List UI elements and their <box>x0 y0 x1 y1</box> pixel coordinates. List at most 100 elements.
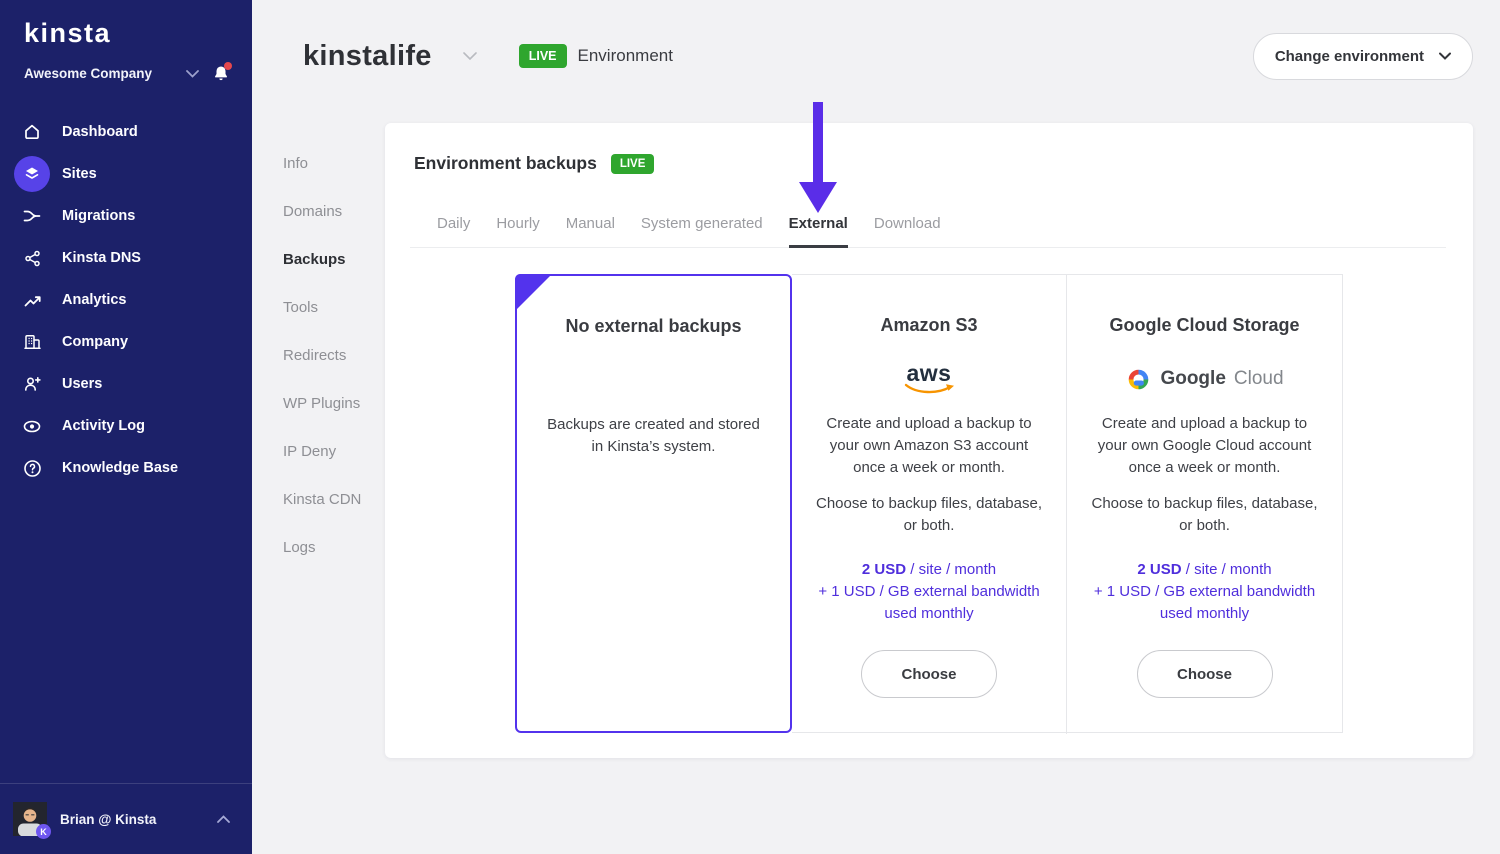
company-building-icon <box>14 324 50 360</box>
subnav-item-backups[interactable]: Backups <box>283 236 385 284</box>
sidebar-item-users[interactable]: Users <box>0 363 252 405</box>
site-chevron-down-icon[interactable] <box>463 52 477 61</box>
change-environment-button[interactable]: Change environment <box>1253 33 1473 80</box>
sidebar-item-sites[interactable]: Sites <box>0 153 252 195</box>
live-environment-badge: LIVE <box>519 44 567 68</box>
price-amount: 2 USD <box>1137 561 1181 578</box>
user-name: Brian @ Kinsta <box>60 812 217 827</box>
tab-external-label: External <box>789 215 848 232</box>
notifications-bell-icon[interactable] <box>212 64 230 83</box>
kinsta-staff-badge: K <box>36 824 51 839</box>
sidebar-item-label: Migrations <box>62 208 135 224</box>
sidebar-item-migrations[interactable]: Migrations <box>0 195 252 237</box>
unread-dot <box>224 62 232 70</box>
subnav-item-info[interactable]: Info <box>283 140 385 188</box>
plan-price: 2 USD / site / month + 1 USD / GB extern… <box>1090 559 1319 625</box>
sidebar-item-label: Sites <box>62 166 97 182</box>
subnav-item-ip-deny[interactable]: IP Deny <box>283 428 385 476</box>
company-selector[interactable]: Awesome Company <box>24 64 230 83</box>
price-unit: / site / month <box>906 561 996 578</box>
plan-logo-empty <box>540 352 767 408</box>
chevron-down-icon <box>186 70 199 78</box>
user-menu[interactable]: K Brian @ Kinsta <box>0 783 252 854</box>
plan-google-cloud-storage[interactable]: Google Cloud Storage Google Cloud Create… <box>1067 275 1342 734</box>
sidebar-item-company[interactable]: Company <box>0 321 252 363</box>
tab-system-generated[interactable]: System generated <box>641 214 763 247</box>
sidebar-nav: Dashboard Sites Migrations Kinsta DNS An… <box>0 111 252 489</box>
selected-corner <box>515 274 552 311</box>
tab-hourly[interactable]: Hourly <box>496 214 539 247</box>
subnav-item-logs[interactable]: Logs <box>283 524 385 572</box>
plan-title: Google Cloud Storage <box>1090 315 1319 336</box>
live-badge: LIVE <box>611 154 655 174</box>
dns-network-icon <box>14 240 50 276</box>
aws-smile-icon <box>903 383 955 396</box>
external-backup-plans: No external backups Backups are created … <box>385 274 1473 733</box>
tab-manual[interactable]: Manual <box>566 214 615 247</box>
aws-logo: aws <box>815 351 1043 407</box>
sidebar-item-knowledge-base[interactable]: Knowledge Base <box>0 447 252 489</box>
subnav-item-redirects[interactable]: Redirects <box>283 332 385 380</box>
sidebar-item-analytics[interactable]: Analytics <box>0 279 252 321</box>
change-environment-label: Change environment <box>1275 48 1424 65</box>
sidebar-item-kinsta-dns[interactable]: Kinsta DNS <box>0 237 252 279</box>
environment-header: kinstalife LIVE Environment Change envir… <box>252 0 1500 79</box>
company-name: Awesome Company <box>24 66 152 81</box>
sidebar-item-label: Activity Log <box>62 418 145 434</box>
plan-title: Amazon S3 <box>815 315 1043 336</box>
cloud-wordmark: Cloud <box>1234 368 1284 390</box>
knowledge-question-icon <box>14 450 50 486</box>
sidebar-item-label: Dashboard <box>62 124 138 140</box>
aws-wordmark: aws <box>907 363 952 383</box>
subnav-item-tools[interactable]: Tools <box>283 284 385 332</box>
google-cloud-icon <box>1125 366 1152 393</box>
chevron-up-icon <box>217 815 230 823</box>
price-amount: 2 USD <box>862 561 906 578</box>
plan-price: 2 USD / site / month + 1 USD / GB extern… <box>815 559 1043 625</box>
choose-google-cloud-button[interactable]: Choose <box>1137 650 1273 698</box>
google-cloud-logo: Google Cloud <box>1090 351 1319 407</box>
plan-description-2: Choose to backup files, database, or bot… <box>1090 493 1319 537</box>
tab-download[interactable]: Download <box>874 214 941 247</box>
google-wordmark: Google <box>1160 368 1225 390</box>
tab-daily[interactable]: Daily <box>437 214 470 247</box>
site-subnav: Info Domains Backups Tools Redirects WP … <box>283 123 385 572</box>
plan-description: Create and upload a backup to your own A… <box>815 413 1043 479</box>
sidebar-item-label: Analytics <box>62 292 126 308</box>
sidebar: kinsta Awesome Company Dashboard Sites <box>0 0 252 854</box>
sidebar-item-label: Users <box>62 376 102 392</box>
plan-title: No external backups <box>540 316 767 337</box>
check-icon <box>522 237 533 246</box>
plan-description-2: Choose to backup files, database, or bot… <box>815 493 1043 537</box>
backups-panel: Environment backups LIVE Daily Hourly Ma… <box>385 123 1473 758</box>
analytics-trend-icon <box>14 282 50 318</box>
panel-title: Environment backups <box>414 153 597 174</box>
plan-amazon-s3[interactable]: Amazon S3 aws Create and upload a backup… <box>792 275 1067 734</box>
sidebar-item-dashboard[interactable]: Dashboard <box>0 111 252 153</box>
sidebar-item-activity-log[interactable]: Activity Log <box>0 405 252 447</box>
plan-description: Backups are created and stored in Kinsta… <box>540 414 767 458</box>
sidebar-item-label: Kinsta DNS <box>62 250 141 266</box>
migrations-icon <box>14 198 50 234</box>
sites-layers-icon <box>14 156 50 192</box>
chevron-down-icon <box>1439 52 1451 60</box>
home-icon <box>14 114 50 150</box>
activity-eye-icon <box>14 408 50 444</box>
environment-label: Environment <box>578 46 673 66</box>
main-content: kinstalife LIVE Environment Change envir… <box>252 0 1500 854</box>
price-unit: / site / month <box>1182 561 1272 578</box>
choose-amazon-s3-button[interactable]: Choose <box>861 650 997 698</box>
sidebar-item-label: Company <box>62 334 128 350</box>
backup-tabs: Daily Hourly Manual System generated Ext… <box>437 214 1446 247</box>
subnav-item-kinsta-cdn[interactable]: Kinsta CDN <box>283 476 385 524</box>
subnav-item-domains[interactable]: Domains <box>283 188 385 236</box>
plan-no-external-backups[interactable]: No external backups Backups are created … <box>515 274 792 733</box>
price-extra: + 1 USD / GB external bandwidth used mon… <box>1094 583 1315 622</box>
site-name: kinstalife <box>303 40 432 73</box>
users-add-icon <box>14 366 50 402</box>
plan-description: Create and upload a backup to your own G… <box>1090 413 1319 479</box>
sidebar-item-label: Knowledge Base <box>62 460 178 476</box>
subnav-item-wp-plugins[interactable]: WP Plugins <box>283 380 385 428</box>
kinsta-logo: kinsta <box>24 18 252 49</box>
tab-external[interactable]: External <box>789 214 848 248</box>
